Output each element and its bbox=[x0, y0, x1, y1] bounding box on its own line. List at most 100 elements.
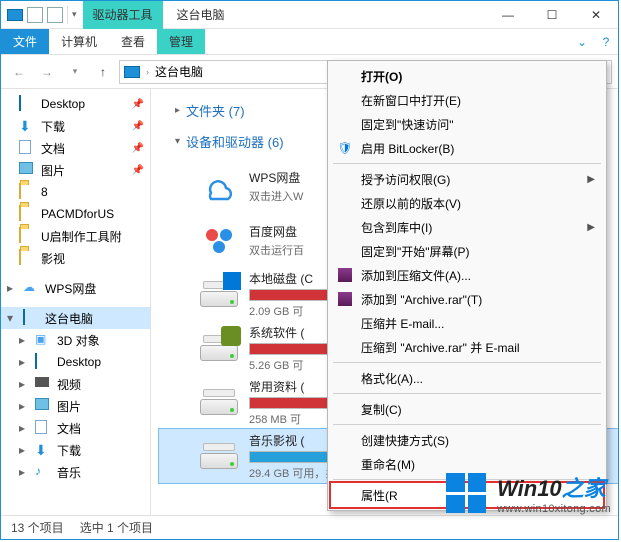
drive-subtext: 双击进入W bbox=[249, 188, 303, 204]
nav-this-pc[interactable]: ▾这台电脑 bbox=[1, 307, 150, 329]
close-button[interactable]: ✕ bbox=[574, 1, 618, 29]
status-bar: 13 个项目 选中 1 个项目 bbox=[1, 515, 618, 539]
menu-item-label: 固定到"开始"屏幕(P) bbox=[361, 243, 470, 260]
minimize-button[interactable]: — bbox=[486, 1, 530, 29]
ribbon-tabs: 文件 计算机 查看 管理 ⌄ ? bbox=[1, 29, 618, 55]
nav-item[interactable]: 图片📌 bbox=[1, 159, 150, 181]
context-menu-item[interactable]: 固定到"开始"屏幕(P) bbox=[331, 239, 603, 263]
context-menu-item[interactable]: 授予访问权限(G)▶ bbox=[331, 167, 603, 191]
status-selected-count: 选中 1 个项目 bbox=[80, 519, 153, 536]
nav-item-label: 这台电脑 bbox=[45, 310, 93, 327]
nav-up-button[interactable]: ↑ bbox=[91, 60, 115, 84]
doc-icon bbox=[35, 420, 51, 436]
nav-item[interactable]: 文档 📌 bbox=[1, 137, 150, 159]
nav-forward-button[interactable]: → bbox=[35, 60, 59, 84]
nav-pc-child[interactable]: ▸Desktop bbox=[1, 351, 150, 373]
nav-pc-child[interactable]: ▸▣3D 对象 bbox=[1, 329, 150, 351]
context-menu-item[interactable]: 还原以前的版本(V) bbox=[331, 191, 603, 215]
download-icon: ⬇ bbox=[35, 442, 51, 458]
context-menu-item[interactable]: 添加到压缩文件(A)... bbox=[331, 263, 603, 287]
ribbon-expand-icon[interactable]: ⌄ bbox=[570, 29, 594, 54]
app-icon bbox=[7, 9, 23, 21]
context-menu-item[interactable]: 🛡 启用 BitLocker(B) bbox=[331, 136, 603, 160]
context-menu-item[interactable]: 打开(O) bbox=[331, 64, 603, 88]
drive-subtext: 双击运行百 bbox=[249, 242, 304, 258]
pin-icon: 📌 bbox=[132, 143, 144, 154]
context-menu-item[interactable]: 格式化(A)... bbox=[331, 366, 603, 390]
nav-item[interactable]: PACMDforUS bbox=[1, 203, 150, 225]
qat-btn-2[interactable] bbox=[47, 7, 63, 23]
nav-item-label: 3D 对象 bbox=[57, 332, 100, 349]
desktop-icon bbox=[19, 96, 35, 112]
nav-item[interactable]: U启制作工具附 bbox=[1, 225, 150, 247]
context-menu: 打开(O) 在新窗口中打开(E) 固定到"快速访问" 🛡 启用 BitLocker(B)… bbox=[327, 60, 607, 511]
menu-item-label: 复制(C) bbox=[361, 401, 402, 418]
menu-item-label: 包含到库中(I) bbox=[361, 219, 432, 236]
drive-icon bbox=[199, 166, 239, 206]
folder-icon bbox=[19, 228, 35, 244]
qat-dropdown-icon[interactable]: ▾ bbox=[72, 9, 77, 20]
nav-back-button[interactable]: ← bbox=[7, 60, 31, 84]
context-menu-item[interactable]: 固定到"快速访问" bbox=[331, 112, 603, 136]
qat-btn-1[interactable] bbox=[27, 7, 43, 23]
nav-item-label: U启制作工具附 bbox=[41, 228, 122, 245]
maximize-button[interactable]: ☐ bbox=[530, 1, 574, 29]
nav-item[interactable]: 影视 bbox=[1, 247, 150, 269]
context-menu-item[interactable]: 压缩并 E-mail... bbox=[331, 311, 603, 335]
nav-item-label: 文档 bbox=[41, 140, 65, 157]
shield-icon: 🛡 bbox=[337, 140, 353, 156]
context-menu-item[interactable]: 压缩到 "Archive.rar" 并 E-mail bbox=[331, 335, 603, 359]
download-icon: ⬇ bbox=[19, 118, 35, 134]
nav-item[interactable]: Desktop 📌 bbox=[1, 93, 150, 115]
titlebar: ▾ 驱动器工具 这台电脑 — ☐ ✕ bbox=[1, 1, 618, 29]
menu-item-label: 添加到压缩文件(A)... bbox=[361, 267, 471, 284]
tab-manage[interactable]: 管理 bbox=[157, 29, 205, 54]
context-menu-item[interactable]: 在新窗口中打开(E) bbox=[331, 88, 603, 112]
cloud-icon: ☁ bbox=[23, 280, 39, 296]
nav-item-label: 音乐 bbox=[57, 464, 81, 481]
nav-item-label: 下载 bbox=[41, 118, 65, 135]
nav-item-label: Desktop bbox=[41, 97, 85, 111]
folder-icon bbox=[19, 206, 35, 222]
nav-pc-child[interactable]: ▸♪音乐 bbox=[1, 461, 150, 483]
menu-item-label: 在新窗口中打开(E) bbox=[361, 92, 461, 109]
menu-item-label: 启用 BitLocker(B) bbox=[361, 140, 454, 157]
windows-logo-icon bbox=[443, 470, 489, 516]
nav-item[interactable]: ⬇ 下载 📌 bbox=[1, 115, 150, 137]
watermark: Win10之家 www.win10xitong.com bbox=[443, 470, 611, 516]
nav-pc-child[interactable]: ▸图片 bbox=[1, 395, 150, 417]
nav-pc-child[interactable]: ▸⬇下载 bbox=[1, 439, 150, 461]
status-item-count: 13 个项目 bbox=[11, 519, 64, 536]
pin-icon: 📌 bbox=[132, 121, 144, 132]
nav-item-label: 影视 bbox=[41, 250, 65, 267]
nav-recent-icon[interactable]: ▾ bbox=[63, 60, 87, 84]
window-title: 这台电脑 bbox=[163, 6, 486, 23]
menu-item-label: 授予访问权限(G) bbox=[361, 171, 450, 188]
nav-item-label: WPS网盘 bbox=[45, 280, 96, 297]
drive-icon bbox=[199, 328, 239, 368]
menu-item-label: 创建快捷方式(S) bbox=[361, 432, 449, 449]
context-menu-item[interactable]: 添加到 "Archive.rar"(T) bbox=[331, 287, 603, 311]
pic-icon bbox=[35, 398, 51, 414]
nav-pc-child[interactable]: ▸文档 bbox=[1, 417, 150, 439]
desktop-icon bbox=[35, 354, 51, 370]
tab-computer[interactable]: 计算机 bbox=[49, 29, 109, 54]
pin-icon: 📌 bbox=[132, 99, 144, 110]
help-icon[interactable]: ? bbox=[594, 29, 618, 54]
menu-item-label: 压缩到 "Archive.rar" 并 E-mail bbox=[361, 339, 520, 356]
menu-item-label: 格式化(A)... bbox=[361, 370, 423, 387]
menu-item-label: 打开(O) bbox=[361, 68, 402, 85]
tab-file[interactable]: 文件 bbox=[1, 29, 49, 54]
context-menu-item[interactable]: 复制(C) bbox=[331, 397, 603, 421]
nav-item-label: 视频 bbox=[57, 376, 81, 393]
nav-wps[interactable]: ▸☁WPS网盘 bbox=[1, 277, 150, 299]
context-tools-label: 驱动器工具 bbox=[83, 1, 163, 29]
pic-icon bbox=[19, 162, 35, 178]
context-menu-item[interactable]: 创建快捷方式(S) bbox=[331, 428, 603, 452]
nav-item[interactable]: 8 bbox=[1, 181, 150, 203]
drive-name: WPS网盘 bbox=[249, 169, 303, 186]
nav-pc-child[interactable]: ▸视频 bbox=[1, 373, 150, 395]
context-menu-item[interactable]: 包含到库中(I)▶ bbox=[331, 215, 603, 239]
chevron-right-icon: ▸ bbox=[175, 105, 180, 116]
tab-view[interactable]: 查看 bbox=[109, 29, 157, 54]
